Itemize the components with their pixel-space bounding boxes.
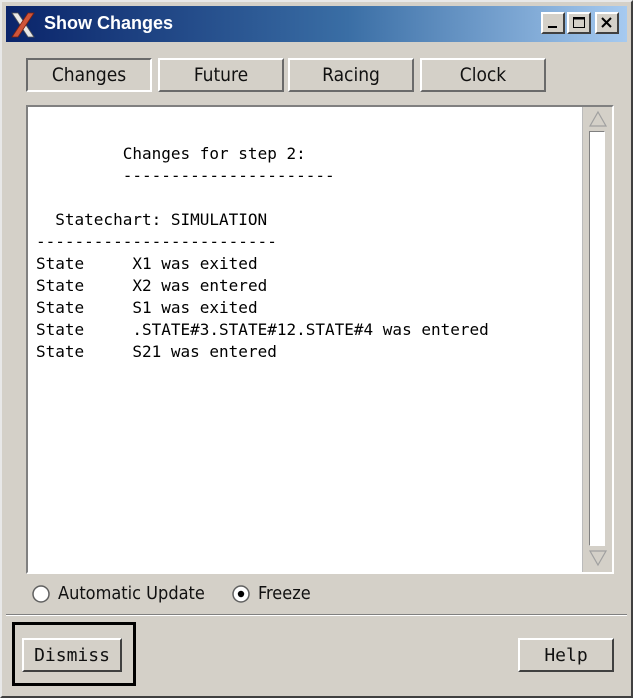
- title-bar[interactable]: Show Changes: [6, 6, 627, 42]
- row-kind: State: [36, 254, 85, 273]
- automatic-update-radio[interactable]: [32, 585, 50, 603]
- automatic-update-label[interactable]: Automatic Update: [58, 583, 205, 604]
- statechart-rule: -------------------------: [36, 232, 277, 251]
- row-kind: State: [36, 320, 85, 339]
- show-changes-window: Show Changes Changes Future Racing Clock…: [0, 0, 633, 698]
- change-row: State X2 was entered: [36, 275, 582, 297]
- tab-clock[interactable]: Clock: [420, 58, 546, 92]
- row-text: X1 was exited: [132, 254, 258, 273]
- maximize-icon: [573, 17, 585, 28]
- maximize-button[interactable]: [567, 12, 591, 34]
- changes-heading: Changes for step 2:: [122, 144, 306, 163]
- statechart-label: Statechart: SIMULATION: [55, 210, 268, 229]
- tab-racing[interactable]: Racing: [288, 58, 414, 92]
- minimize-button[interactable]: [541, 12, 565, 34]
- dismiss-button[interactable]: Dismiss: [22, 638, 122, 672]
- changes-text-area[interactable]: Changes for step 2: --------------------…: [28, 107, 582, 572]
- row-kind: State: [36, 298, 85, 317]
- close-button[interactable]: [595, 12, 619, 34]
- freeze-label[interactable]: Freeze: [258, 583, 311, 604]
- tab-changes[interactable]: Changes: [26, 58, 152, 92]
- help-button[interactable]: Help: [518, 638, 614, 672]
- heading-rule-line: ----------------------: [36, 165, 582, 187]
- scroll-down-arrow-icon[interactable]: [588, 549, 608, 567]
- scroll-track[interactable]: [589, 131, 605, 546]
- change-row: State X1 was exited: [36, 253, 582, 275]
- separator: [6, 614, 627, 616]
- heading-line: Changes for step 2:: [36, 143, 582, 165]
- row-text: .STATE#3.STATE#12.STATE#4 was entered: [132, 320, 489, 339]
- row-text: S1 was exited: [132, 298, 258, 317]
- close-icon: [601, 17, 612, 28]
- row-text: X2 was entered: [132, 276, 268, 295]
- row-text: S21 was entered: [132, 342, 277, 361]
- x-app-icon: [11, 12, 35, 38]
- tab-future[interactable]: Future: [158, 58, 284, 92]
- row-kind: State: [36, 276, 85, 295]
- scroll-up-arrow-icon[interactable]: [588, 110, 608, 128]
- statechart-line: Statechart: SIMULATION: [36, 209, 582, 231]
- change-row: State S21 was entered: [36, 341, 582, 363]
- vertical-scrollbar[interactable]: [582, 107, 612, 572]
- blank-line: [36, 187, 582, 209]
- heading-rule: ----------------------: [122, 166, 335, 185]
- changes-panel: Changes for step 2: --------------------…: [26, 105, 614, 574]
- freeze-radio[interactable]: [232, 585, 250, 603]
- minimize-icon: [548, 26, 557, 28]
- change-row: State .STATE#3.STATE#12.STATE#4 was ente…: [36, 319, 582, 341]
- change-row: State S1 was exited: [36, 297, 582, 319]
- row-kind: State: [36, 342, 85, 361]
- window-title: Show Changes: [44, 13, 174, 33]
